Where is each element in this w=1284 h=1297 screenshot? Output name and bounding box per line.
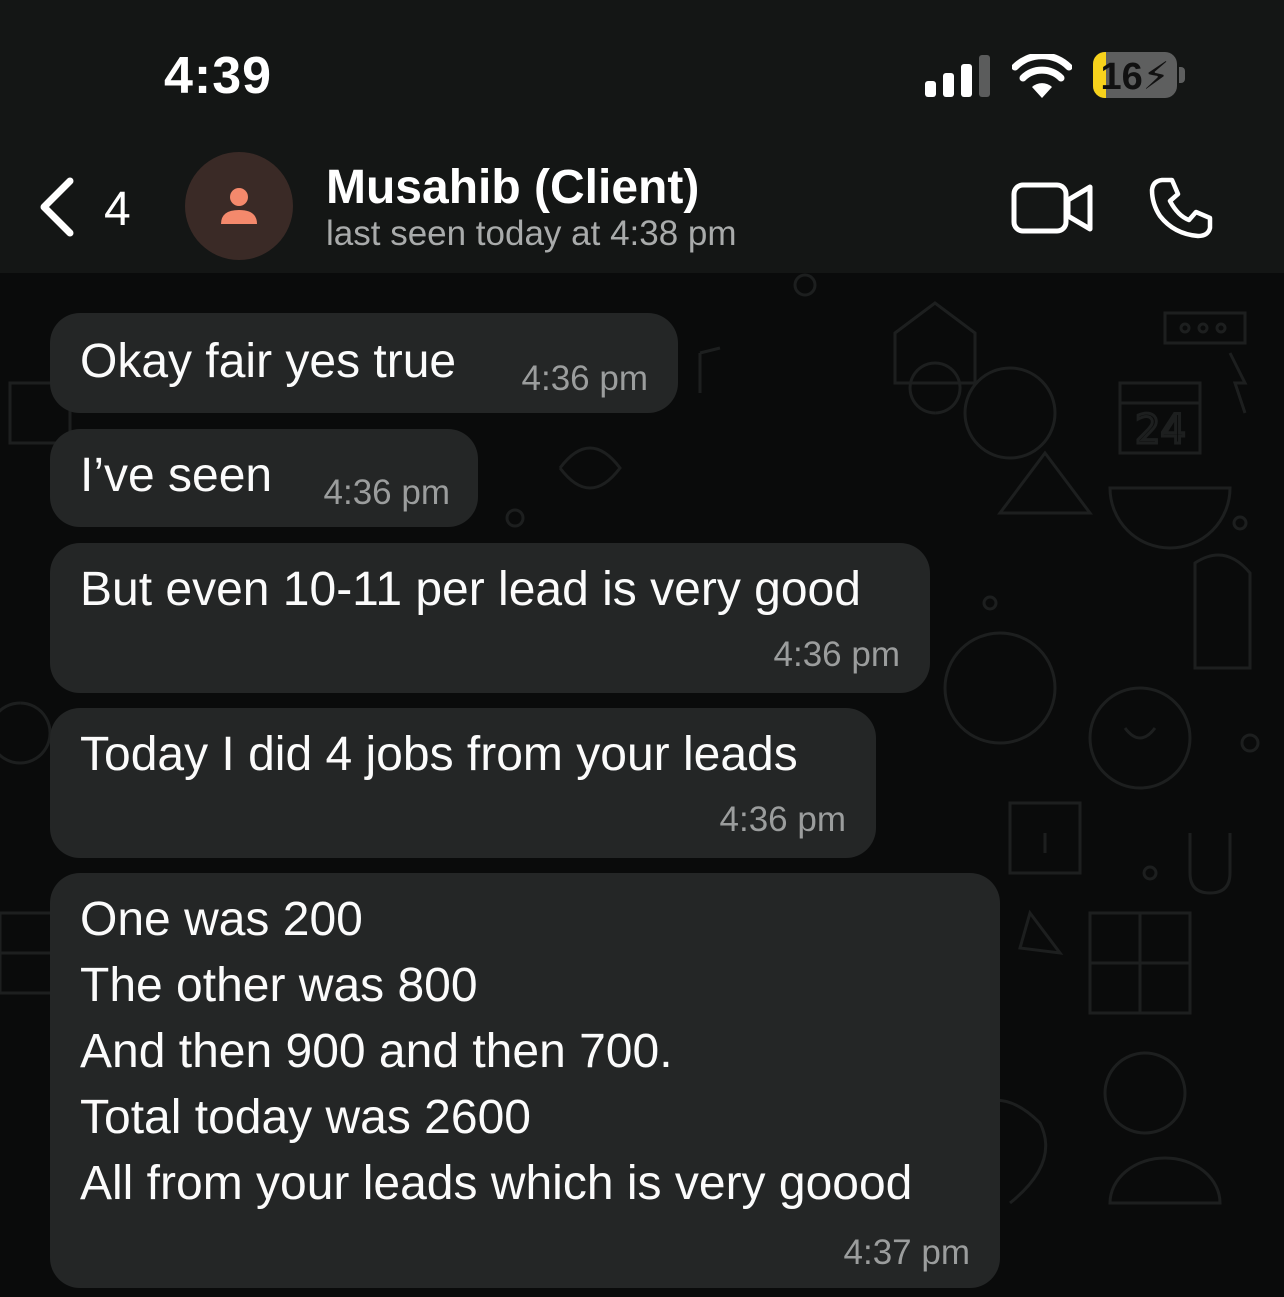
phone-call-icon[interactable] bbox=[1148, 176, 1214, 240]
battery-indicator: 16⚡ bbox=[1093, 52, 1177, 98]
back-chevron-icon[interactable] bbox=[36, 177, 76, 237]
message-timestamp: 4:36 pm bbox=[719, 800, 846, 839]
message-bubble[interactable]: Okay fair yes true 4:36 pm bbox=[50, 313, 678, 413]
person-icon bbox=[221, 188, 257, 224]
message-text: Okay fair yes true bbox=[80, 335, 457, 388]
message-list[interactable]: 24 Okay fair yes true 4:36 pm I’ve seen … bbox=[0, 273, 1284, 1297]
message-line: The other was 800 bbox=[80, 959, 478, 1012]
message-bubble[interactable]: Today I did 4 jobs from your leads 4:36 … bbox=[50, 708, 876, 858]
battery-percent: 16⚡ bbox=[1100, 56, 1170, 98]
wifi-icon bbox=[1012, 54, 1072, 98]
message-bubble[interactable]: But even 10-11 per lead is very good 4:3… bbox=[50, 543, 930, 693]
unread-count[interactable]: 4 bbox=[104, 182, 131, 237]
message-text: But even 10-11 per lead is very good bbox=[80, 563, 861, 616]
message-line: Total today was 2600 bbox=[80, 1091, 531, 1144]
contact-name[interactable]: Musahib (Client) bbox=[326, 160, 699, 215]
message-bubble[interactable]: One was 200 The other was 800 And then 9… bbox=[50, 873, 1000, 1288]
last-seen-status: last seen today at 4:38 pm bbox=[326, 214, 737, 253]
message-timestamp: 4:36 pm bbox=[773, 635, 900, 674]
chat-header: 4:39 16⚡ 4 Musahib (Client) last seen to… bbox=[0, 0, 1284, 273]
message-timestamp: 4:36 pm bbox=[521, 359, 648, 398]
message-line: One was 200 bbox=[80, 893, 363, 946]
avatar[interactable] bbox=[185, 152, 293, 260]
video-call-icon[interactable] bbox=[1010, 180, 1094, 236]
message-line: All from your leads which is very goood bbox=[80, 1157, 913, 1210]
message-timestamp: 4:37 pm bbox=[843, 1233, 970, 1272]
message-timestamp: 4:36 pm bbox=[323, 473, 450, 512]
message-bubble[interactable]: I’ve seen 4:36 pm bbox=[50, 429, 478, 527]
message-text: Today I did 4 jobs from your leads bbox=[80, 728, 798, 781]
battery-tip bbox=[1179, 67, 1185, 83]
charging-bolt-icon: ⚡ bbox=[1142, 56, 1170, 98]
cellular-signal-icon bbox=[925, 55, 990, 97]
status-time: 4:39 bbox=[164, 47, 273, 105]
message-line: And then 900 and then 700. bbox=[80, 1025, 673, 1078]
message-text: I’ve seen bbox=[80, 449, 273, 502]
svg-text:24: 24 bbox=[1135, 407, 1186, 453]
